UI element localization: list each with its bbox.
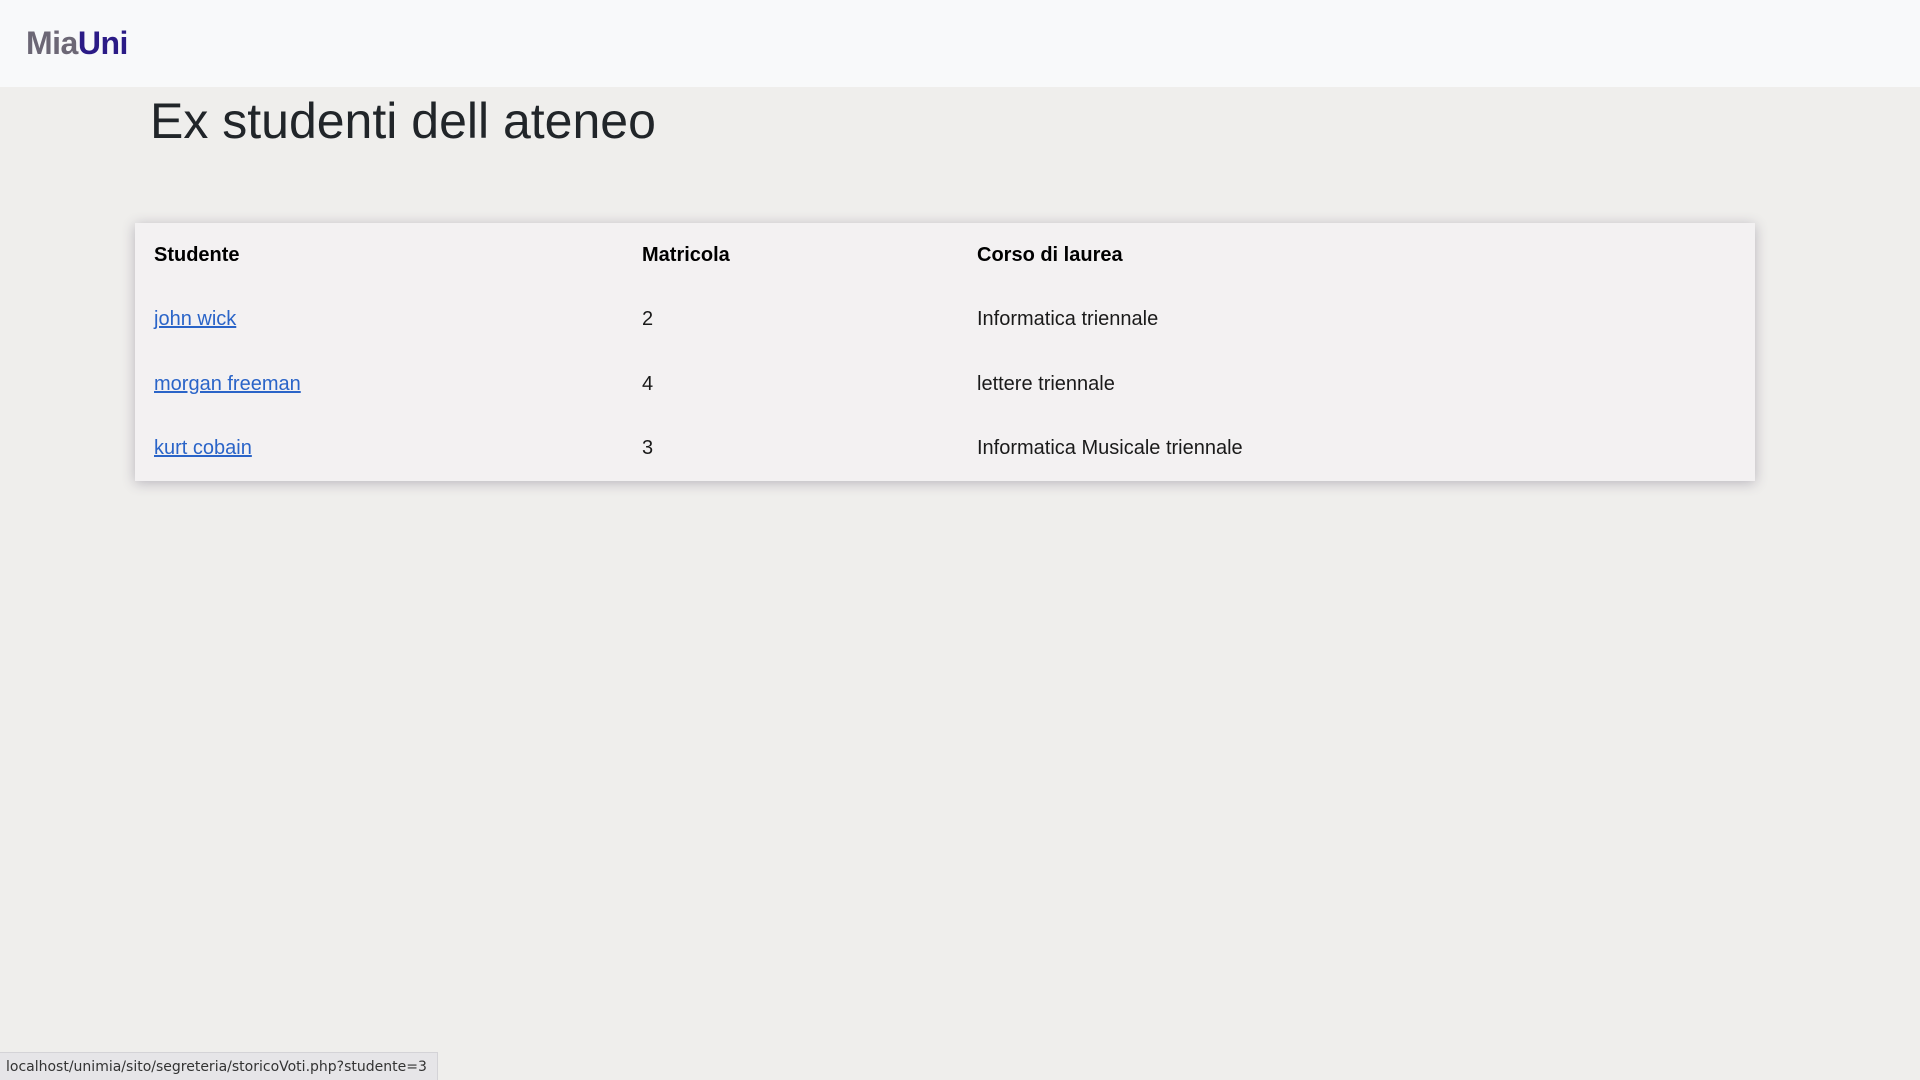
cell-corso: Informatica Musicale triennale (977, 437, 1243, 460)
status-url: localhost/unimia/sito/segreteria/storico… (6, 1058, 427, 1075)
table-header-row: Studente Matricola Corso di laurea (135, 223, 1755, 288)
cell-matricola: 4 (642, 372, 654, 395)
student-link[interactable]: kurt cobain (154, 437, 252, 459)
cell-studente: morgan freeman (135, 352, 623, 417)
header-corso-di-laurea: Corso di laurea (977, 243, 1123, 266)
page-title: Ex studenti dell ateneo (150, 93, 656, 149)
browser-status-bar: localhost/unimia/sito/segreteria/storico… (0, 1052, 438, 1080)
navbar: MiaUni (0, 0, 1920, 87)
cell-corso: lettere triennale (977, 372, 1115, 395)
brand-part-mia: Mia (26, 25, 78, 61)
table-row: morgan freeman 4 lettere triennale (135, 352, 1755, 417)
brand-part-uni: Uni (77, 25, 129, 61)
table-row: kurt cobain 3 Informatica Musicale trien… (135, 417, 1755, 482)
students-table: Studente Matricola Corso di laurea john … (135, 223, 1755, 481)
cell-corso: Informatica triennale (977, 308, 1159, 331)
student-link[interactable]: john wick (154, 308, 236, 330)
cell-studente: john wick (135, 288, 623, 353)
table-row: john wick 2 Informatica triennale (135, 288, 1755, 353)
cell-studente: kurt cobain (135, 417, 623, 482)
header-studente: Studente (154, 243, 240, 266)
cell-matricola: 3 (642, 437, 654, 460)
header-matricola: Matricola (642, 243, 730, 266)
students-table-card: Studente Matricola Corso di laurea john … (135, 223, 1755, 481)
cell-matricola: 2 (642, 308, 654, 331)
student-link[interactable]: morgan freeman (154, 373, 301, 395)
brand-logo-link[interactable]: MiaUni (26, 25, 128, 62)
